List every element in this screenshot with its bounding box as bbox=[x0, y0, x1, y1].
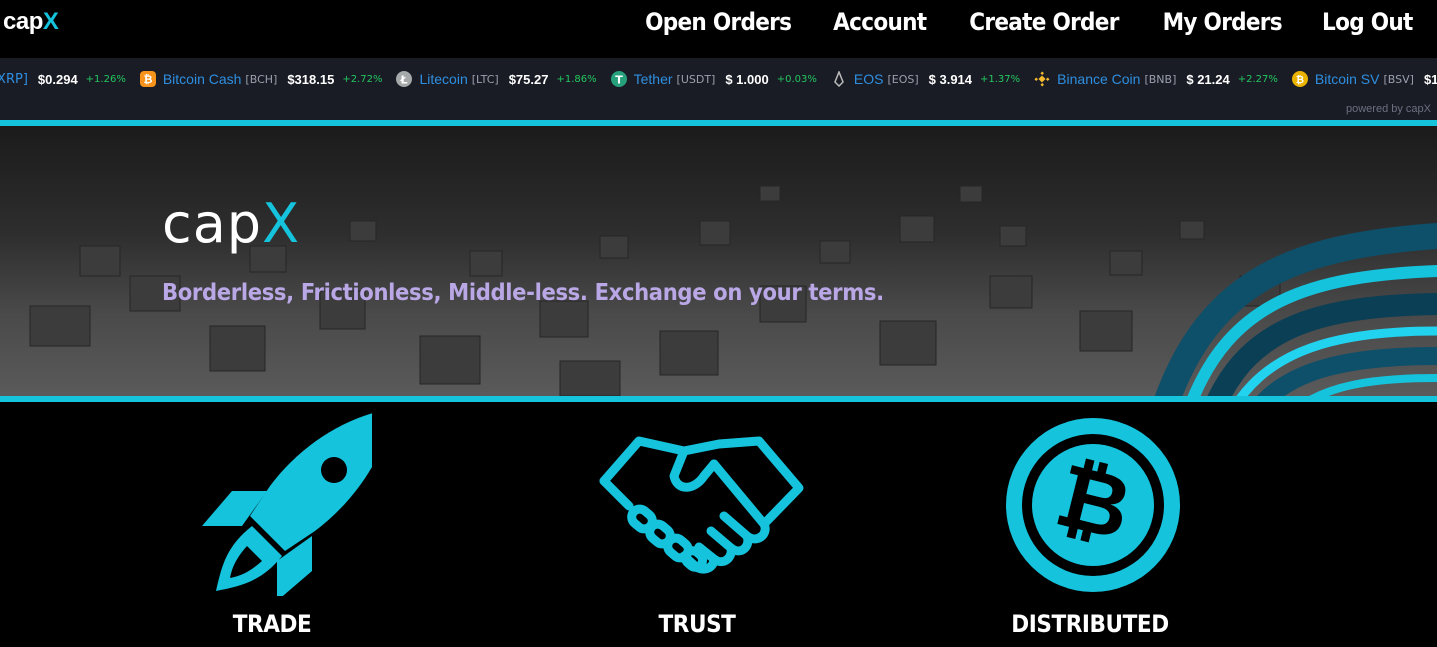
rocket-icon bbox=[202, 413, 372, 596]
ticker-item[interactable]: Ł Litecoin [LTC] $75.27 +1.86% bbox=[396, 71, 597, 87]
feature-trade: TRADE bbox=[172, 402, 372, 647]
coin-symbol: [BNB] bbox=[1144, 72, 1177, 86]
eos-icon bbox=[831, 69, 847, 88]
hero-title-accent: X bbox=[262, 192, 301, 255]
feature-label: TRADE bbox=[232, 610, 312, 638]
coin-change: +1.37% bbox=[980, 73, 1021, 85]
feature-label: TRUST bbox=[658, 610, 736, 638]
svg-text:T: T bbox=[615, 74, 623, 87]
powered-by-link[interactable]: powered by capX bbox=[1346, 103, 1431, 115]
coin-change: +1.86% bbox=[556, 73, 597, 85]
coin-name: Binance Coin bbox=[1057, 71, 1141, 87]
coin-price: $0.294 bbox=[37, 71, 78, 87]
coin-symbol: [BSV] bbox=[1383, 72, 1414, 86]
ticker-item[interactable]: EOS [EOS] $ 3.914 +1.37% bbox=[831, 69, 1021, 88]
ticker-item[interactable]: T Tether [USDT] $ 1.000 +0.03% bbox=[610, 71, 817, 87]
bitcoin-cash-icon: ₿ bbox=[139, 71, 156, 87]
hero-tagline: Borderless, Frictionless, Middle-less. E… bbox=[162, 280, 884, 306]
ticker-item[interactable]: P [XRP] $0.294 +1.26% bbox=[0, 72, 126, 87]
brand-logo[interactable]: capX bbox=[3, 8, 59, 36]
ticker-track: P [XRP] $0.294 +1.26% ₿ Bitcoin Cash [BC… bbox=[0, 58, 1437, 100]
coin-name: Bitcoin SV bbox=[1314, 71, 1380, 87]
coin-name: Tether bbox=[633, 71, 673, 87]
nav-links: Open Orders Account Create Order My Orde… bbox=[637, 2, 1418, 42]
bitcoin-sv-icon: ₿ bbox=[1291, 71, 1308, 87]
binance-coin-icon bbox=[1034, 71, 1050, 87]
coin-symbol: [BCH] bbox=[245, 72, 278, 86]
nav-open-orders[interactable]: Open Orders bbox=[645, 8, 792, 36]
nav-my-orders[interactable]: My Orders bbox=[1162, 8, 1282, 36]
coin-symbol: [LTC] bbox=[471, 72, 499, 86]
coin-price: $ 21.24 bbox=[1186, 71, 1230, 87]
coin-price: $ 1.000 bbox=[725, 71, 769, 87]
hero-banner: capX Borderless, Frictionless, Middle-le… bbox=[0, 126, 1437, 396]
hero-background-image bbox=[29, 185, 1437, 396]
coin-name: EOS bbox=[853, 71, 884, 87]
coin-symbol: P [XRP] bbox=[0, 71, 28, 87]
hero-title: capX bbox=[162, 192, 300, 255]
ticker-footer: powered by capX bbox=[0, 100, 1437, 120]
tether-icon: T bbox=[610, 71, 627, 87]
ticker-item[interactable]: Binance Coin [BNB] $ 21.24 +2.27% bbox=[1034, 71, 1278, 87]
nav-log-out[interactable]: Log Out bbox=[1322, 8, 1413, 36]
navbar: capX Open Orders Account Create Order My… bbox=[0, 0, 1437, 58]
nav-account[interactable]: Account bbox=[833, 8, 927, 36]
coin-change: +2.72% bbox=[342, 73, 383, 85]
price-ticker: P [XRP] $0.294 +1.26% ₿ Bitcoin Cash [BC… bbox=[0, 58, 1437, 100]
coin-name: Bitcoin Cash bbox=[162, 71, 242, 87]
coin-change: +0.03% bbox=[776, 73, 817, 85]
coin-change: +1.26% bbox=[85, 73, 126, 85]
coin-name: Litecoin bbox=[419, 71, 468, 87]
coin-symbol: [USDT] bbox=[676, 72, 716, 86]
feature-label: DISTRIBUTED bbox=[1011, 610, 1169, 638]
ticker-item[interactable]: ₿ Bitcoin Cash [BCH] $318.15 +2.72% bbox=[139, 71, 383, 87]
coin-price: $12 bbox=[1423, 71, 1437, 87]
brand-logo-accent: X bbox=[42, 8, 59, 35]
brand-logo-main: cap bbox=[3, 8, 43, 35]
coin-symbol: [EOS] bbox=[887, 72, 919, 86]
bitcoin-icon: ₿ bbox=[1006, 418, 1180, 592]
svg-text:Ł: Ł bbox=[400, 74, 408, 87]
hero-title-main: cap bbox=[162, 192, 263, 255]
feature-trust: TRUST bbox=[597, 402, 804, 647]
feature-distributed: ₿ DISTRIBUTED bbox=[990, 402, 1190, 647]
ticker-item[interactable]: ₿ Bitcoin SV [BSV] $12 bbox=[1291, 71, 1437, 87]
coin-price: $ 3.914 bbox=[928, 71, 973, 87]
handshake-icon bbox=[599, 436, 804, 574]
coin-price: $75.27 bbox=[508, 71, 549, 87]
coin-change: +2.27% bbox=[1237, 73, 1278, 85]
nav-create-order[interactable]: Create Order bbox=[969, 8, 1119, 36]
svg-text:₿: ₿ bbox=[1296, 74, 1304, 86]
svg-text:₿: ₿ bbox=[143, 73, 152, 86]
coin-price: $318.15 bbox=[287, 71, 335, 87]
litecoin-icon: Ł bbox=[396, 71, 413, 87]
